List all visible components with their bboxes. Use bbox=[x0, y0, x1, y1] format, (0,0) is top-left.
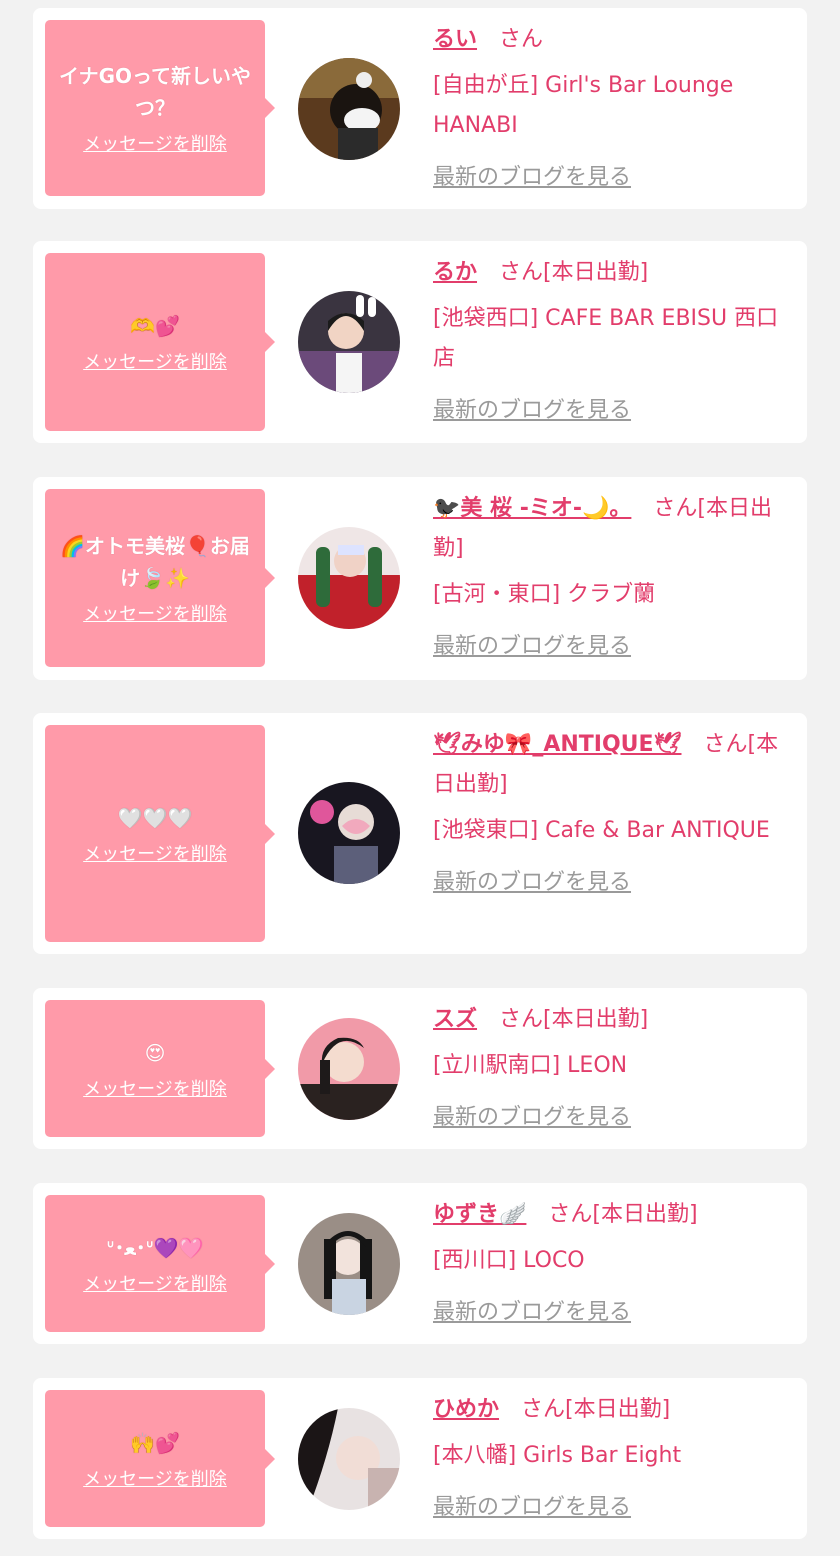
delete-message-link[interactable]: メッセージを削除 bbox=[83, 600, 227, 626]
message-text: 😍 bbox=[144, 1040, 166, 1065]
cast-name-link[interactable]: るい bbox=[433, 27, 477, 52]
shop-name: [古河・東口] クラブ蘭 bbox=[433, 582, 656, 607]
message-bubble: 😍 メッセージを削除 bbox=[45, 1000, 275, 1137]
delete-message-link[interactable]: メッセージを削除 bbox=[83, 130, 227, 156]
cast-suffix: さん[本日出勤] bbox=[548, 1202, 698, 1227]
message-text: 🫶💕 bbox=[130, 314, 180, 338]
avatar[interactable] bbox=[298, 782, 400, 884]
delete-message-link[interactable]: メッセージを削除 bbox=[83, 1270, 227, 1296]
shop-name: [西川口] LOCO bbox=[433, 1248, 585, 1273]
avatar[interactable] bbox=[298, 1213, 400, 1315]
latest-blog-link[interactable]: 最新のブログを見る bbox=[433, 391, 631, 431]
message-card: 🙌💕 メッセージを削除 ひめか さん[本日出勤] [本八幡] Girls Bar … bbox=[33, 1378, 807, 1539]
shop-name: [立川駅南口] LEON bbox=[433, 1053, 628, 1078]
cast-suffix: さん[本日出勤] bbox=[499, 260, 649, 285]
avatar[interactable] bbox=[298, 291, 400, 393]
avatar[interactable] bbox=[298, 1408, 400, 1510]
latest-blog-link[interactable]: 最新のブログを見る bbox=[433, 158, 631, 198]
message-bubble: 🙌💕 メッセージを削除 bbox=[45, 1390, 275, 1527]
cast-info: スズ さん[本日出勤] [立川駅南口] LEON 最新のブログを見る bbox=[433, 1000, 795, 1138]
message-text: イナGOって新しいやつ？ bbox=[58, 64, 252, 120]
cast-name-link[interactable]: るか bbox=[433, 260, 477, 285]
message-bubble: イナGOって新しいやつ？ メッセージを削除 bbox=[45, 20, 275, 196]
delete-message-link[interactable]: メッセージを削除 bbox=[83, 1465, 227, 1491]
message-card: 🌈オトモ美桜🎈お届け🍃✨ メッセージを削除 🐦‍⬛美 桜 -ミオ-🌙。 さん[本日… bbox=[33, 477, 807, 680]
message-bubble: 🌈オトモ美桜🎈お届け🍃✨ メッセージを削除 bbox=[45, 489, 275, 667]
avatar[interactable] bbox=[298, 527, 400, 629]
shop-name: [自由が丘] Girl's Bar Lounge HANABI bbox=[433, 73, 734, 138]
latest-blog-link[interactable]: 最新のブログを見る bbox=[433, 863, 631, 903]
message-card: 😍 メッセージを削除 スズ さん[本日出勤] [立川駅南口] LEON 最新のブロ… bbox=[33, 988, 807, 1149]
latest-blog-link[interactable]: 最新のブログを見る bbox=[433, 1098, 631, 1138]
message-card: 🤍🤍🤍 メッセージを削除 🕊みゆ🎀_ANTIQUE🕊 さん[本日出勤] [池袋東口… bbox=[33, 713, 807, 954]
message-bubble: ᐡ･ﻌ･ᐡ💜🩷 メッセージを削除 bbox=[45, 1195, 275, 1332]
cast-info: ひめか さん[本日出勤] [本八幡] Girls Bar Eight 最新のブログ… bbox=[433, 1390, 795, 1528]
message-bubble: 🫶💕 メッセージを削除 bbox=[45, 253, 275, 431]
message-text: 🤍🤍🤍 bbox=[117, 805, 193, 830]
cast-name-link[interactable]: 🕊みゆ🎀_ANTIQUE🕊 bbox=[433, 732, 681, 757]
message-bubble: 🤍🤍🤍 メッセージを削除 bbox=[45, 725, 275, 942]
cast-name-link[interactable]: スズ bbox=[433, 1007, 477, 1032]
shop-name: [池袋西口] CAFE BAR EBISU 西口店 bbox=[433, 306, 779, 371]
cast-suffix: さん[本日出勤] bbox=[521, 1397, 671, 1422]
shop-name: [本八幡] Girls Bar Eight bbox=[433, 1443, 682, 1468]
cast-name-link[interactable]: 🐦‍⬛美 桜 -ミオ-🌙。 bbox=[433, 496, 631, 521]
latest-blog-link[interactable]: 最新のブログを見る bbox=[433, 627, 631, 667]
delete-message-link[interactable]: メッセージを削除 bbox=[83, 348, 227, 374]
cast-info: るい さん [自由が丘] Girl's Bar Lounge HANABI 最新の… bbox=[433, 20, 795, 198]
message-text: 🙌💕 bbox=[130, 1430, 180, 1455]
latest-blog-link[interactable]: 最新のブログを見る bbox=[433, 1293, 631, 1333]
message-text: 🌈オトモ美桜🎈お届け🍃✨ bbox=[60, 534, 250, 590]
avatar[interactable] bbox=[298, 1018, 400, 1120]
shop-name: [池袋東口] Cafe & Bar ANTIQUE bbox=[433, 818, 770, 843]
message-list: イナGOって新しいやつ？ メッセージを削除 るい さん [自由が丘] Girl's… bbox=[0, 0, 840, 1556]
cast-suffix: さん bbox=[499, 27, 544, 52]
cast-suffix: さん[本日出勤] bbox=[499, 1007, 649, 1032]
message-text: ᐡ･ﻌ･ᐡ💜🩷 bbox=[106, 1235, 204, 1260]
cast-info: 🕊みゆ🎀_ANTIQUE🕊 さん[本日出勤] [池袋東口] Cafe & Bar … bbox=[433, 725, 795, 903]
latest-blog-link[interactable]: 最新のブログを見る bbox=[433, 1488, 631, 1528]
cast-info: 🐦‍⬛美 桜 -ミオ-🌙。 さん[本日出勤] [古河・東口] クラブ蘭 最新のブロ… bbox=[433, 489, 795, 667]
cast-name-link[interactable]: ひめか bbox=[433, 1397, 499, 1422]
avatar[interactable] bbox=[298, 58, 400, 160]
cast-name-link[interactable]: ゆずき🪽 bbox=[433, 1202, 526, 1227]
delete-message-link[interactable]: メッセージを削除 bbox=[83, 840, 227, 866]
message-card: ᐡ･ﻌ･ᐡ💜🩷 メッセージを削除 ゆずき🪽 さん[本日出勤] [西川口] LOCO… bbox=[33, 1183, 807, 1344]
message-card: イナGOって新しいやつ？ メッセージを削除 るい さん [自由が丘] Girl's… bbox=[33, 8, 807, 209]
cast-info: るか さん[本日出勤] [池袋西口] CAFE BAR EBISU 西口店 最新の… bbox=[433, 253, 795, 431]
delete-message-link[interactable]: メッセージを削除 bbox=[83, 1075, 227, 1101]
cast-info: ゆずき🪽 さん[本日出勤] [西川口] LOCO 最新のブログを見る bbox=[433, 1195, 795, 1333]
message-card: 🫶💕 メッセージを削除 るか さん[本日出勤] [池袋西口] CAFE BAR E… bbox=[33, 241, 807, 443]
